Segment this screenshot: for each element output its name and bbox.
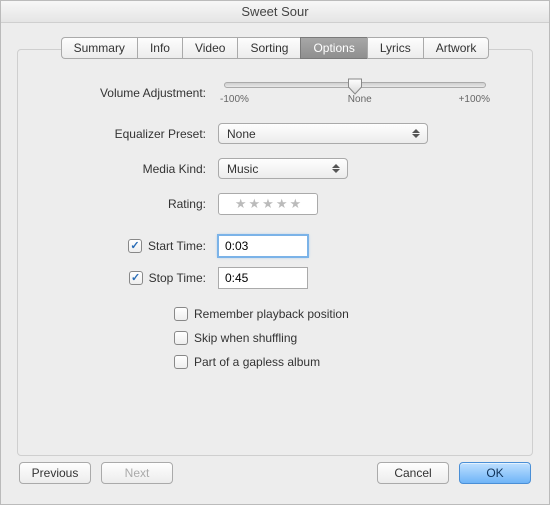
gapless-label: Part of a gapless album [194,355,320,369]
skip-shuffling-checkbox[interactable] [174,331,188,345]
select-stepper-icon [409,126,423,142]
equalizer-label: Equalizer Preset: [58,127,218,141]
stop-time-input[interactable] [218,267,308,289]
star-icon: ★ [262,196,274,212]
window: Sweet Sour Summary Info Video Sorting Op… [0,0,550,505]
gapless-checkbox[interactable] [174,355,188,369]
window-title: Sweet Sour [241,4,308,19]
volume-label: Volume Adjustment: [58,86,218,100]
window-titlebar: Sweet Sour [1,1,549,23]
options-panel: Volume Adjustment: [17,49,533,456]
tab-options[interactable]: Options [300,37,366,59]
tab-info[interactable]: Info [137,37,182,59]
star-icon: ★ [235,196,247,212]
footer: Previous Next Cancel OK [1,456,549,504]
star-icon: ★ [249,196,261,212]
remember-position-checkbox[interactable] [174,307,188,321]
stop-time-checkbox[interactable] [129,271,143,285]
tab-video[interactable]: Video [182,37,237,59]
media-kind-value: Music [227,162,258,176]
remember-position-label: Remember playback position [194,307,349,321]
start-time-input[interactable] [218,235,308,257]
select-stepper-icon [329,161,343,177]
previous-button[interactable]: Previous [19,462,91,484]
tab-lyrics[interactable]: Lyrics [367,37,423,59]
volume-tick-mid: None [348,94,372,105]
volume-slider[interactable]: -100% None +100% [218,80,492,105]
tab-bar: Summary Info Video Sorting Options Lyric… [17,37,533,59]
start-time-checkbox[interactable] [128,239,142,253]
rating-label: Rating: [58,197,218,211]
tab-artwork[interactable]: Artwork [423,37,490,59]
start-time-label: Start Time: [148,239,206,253]
ok-button[interactable]: OK [459,462,531,484]
media-kind-select[interactable]: Music [218,158,348,179]
tab-summary[interactable]: Summary [61,37,137,59]
stop-time-label: Stop Time: [149,271,206,285]
volume-tick-min: -100% [220,94,249,105]
equalizer-value: None [227,127,256,141]
volume-tick-max: +100% [459,94,490,105]
equalizer-select[interactable]: None [218,123,428,144]
content-area: Summary Info Video Sorting Options Lyric… [1,23,549,456]
media-kind-label: Media Kind: [58,162,218,176]
star-icon: ★ [289,196,301,212]
star-icon: ★ [276,196,288,212]
tab-sorting[interactable]: Sorting [237,37,300,59]
cancel-button[interactable]: Cancel [377,462,449,484]
skip-shuffling-label: Skip when shuffling [194,331,297,345]
next-button[interactable]: Next [101,462,173,484]
rating-control[interactable]: ★ ★ ★ ★ ★ [218,193,318,215]
volume-slider-thumb[interactable] [348,78,363,95]
